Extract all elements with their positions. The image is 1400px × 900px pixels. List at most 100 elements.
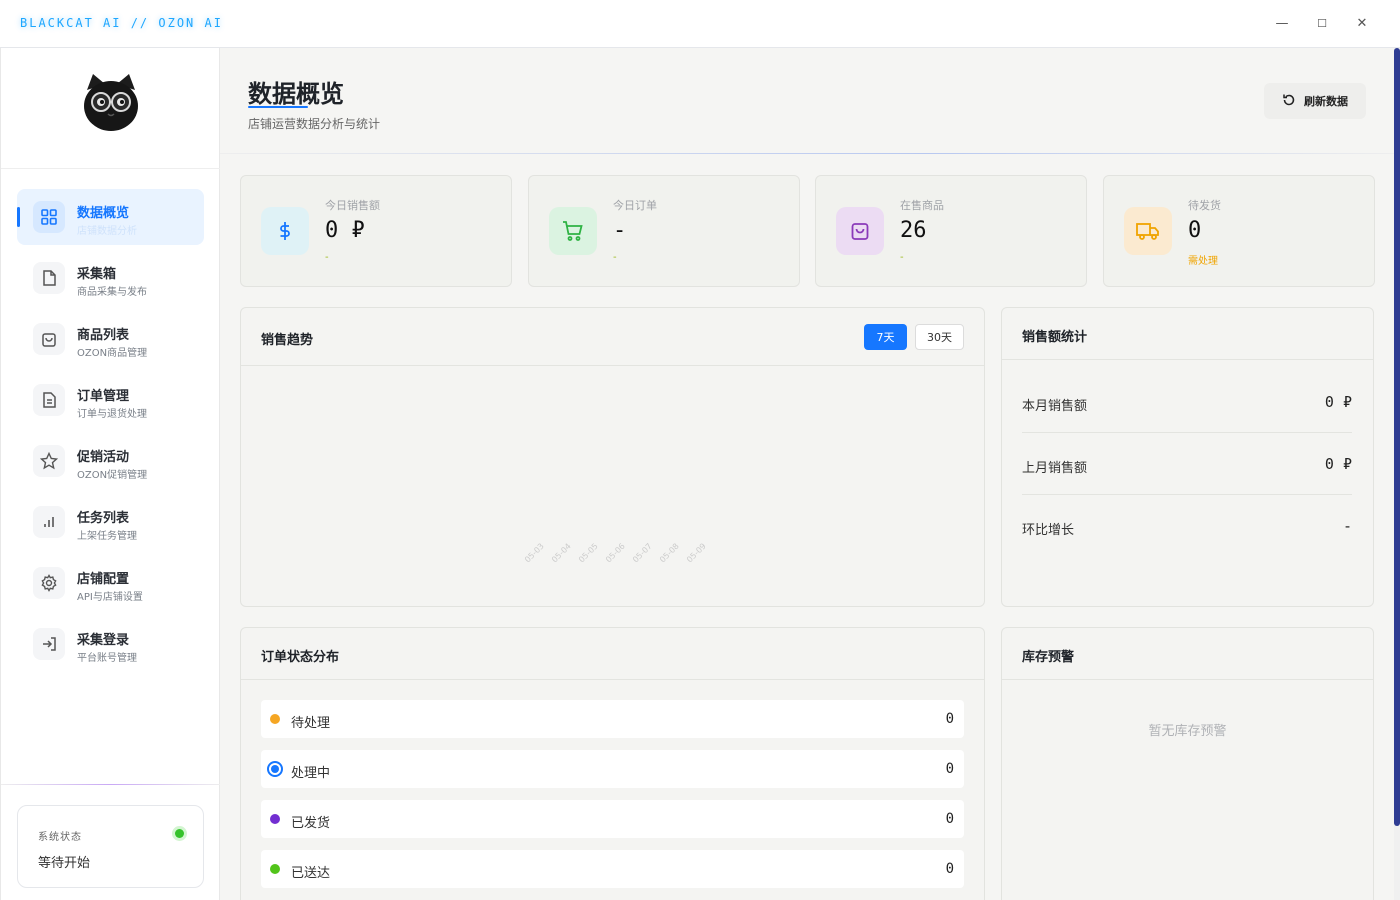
stat-note: 需处理 [1188,256,1218,267]
status-label: 待处理 [291,716,331,731]
sidebar-item-sublabel: 平台账号管理 [77,653,137,664]
panel-title: 销售额统计 [1022,330,1088,345]
order-status-row-delivered[interactable]: 已送达 0 [261,850,964,888]
panel-title: 库存预警 [1022,650,1075,665]
truck-icon [1124,207,1172,255]
stat-value: 0 ₽ [325,218,365,243]
sidebar-item-label: 任务列表 [77,511,130,526]
stat-card-products-on-sale: 在售商品 26 - [815,175,1087,287]
range-7-days-button[interactable]: 7天 [864,324,907,350]
file-icon [33,262,65,294]
x-axis-tick-label: 05-03 [523,541,546,565]
stat-value: 26 [900,218,927,243]
panel-header: 销售趋势 7天 30天 [241,308,984,366]
refresh-label: 刷新数据 [1304,95,1348,108]
row-value: 0 ₽ [1324,455,1352,473]
panel-title: 订单状态分布 [261,650,340,665]
stat-card-today-sales: 今日销售额 0 ₽ - [240,175,512,287]
sidebar-item-product-list[interactable]: 商品列表 OZON商品管理 [17,311,204,367]
sidebar: 数据概览 店铺数据分析 采集箱 商品采集与发布 商品列表 OZON商品管理 订单… [0,48,220,900]
x-axis-tick-label: 05-08 [658,541,681,565]
sidebar-item-label: 促销活动 [77,450,130,465]
app-brand: BLACKCAT AI // OZON AI [20,16,223,30]
order-status-panel: 订单状态分布 待处理 0 处理中 0 已发货 0 已送达 0 [240,627,985,900]
close-button[interactable]: ✕ [1348,12,1376,36]
order-status-row-pending[interactable]: 待处理 0 [261,700,964,738]
page-subtitle: 店铺运营数据分析与统计 [248,117,381,131]
login-icon [33,628,65,660]
dollar-icon [261,207,309,255]
range-30-days-button[interactable]: 30天 [915,324,964,350]
header-divider [220,153,1394,154]
main-content: 数据概览 店铺运营数据分析与统计 刷新数据 今日销售额 0 ₽ - 今日订单 -… [220,48,1394,900]
status-dot-icon [270,864,280,874]
bag-icon [33,323,65,355]
row-label: 上月销售额 [1022,461,1088,476]
x-axis-tick-label: 05-06 [604,541,627,565]
stat-note: - [613,252,617,263]
order-status-row-shipped[interactable]: 已发货 0 [261,800,964,838]
status-label: 处理中 [291,766,331,781]
status-count: 0 [945,761,954,777]
stat-card-pending-shipment: 待发货 0 需处理 [1103,175,1375,287]
stat-label: 今日销售额 [325,199,380,212]
sidebar-item-collection-login[interactable]: 采集登录 平台账号管理 [17,616,204,672]
sidebar-item-promotions[interactable]: 促销活动 OZON促销管理 [17,433,204,489]
scrollbar-thumb[interactable] [1394,48,1400,826]
inventory-warning-panel: 库存预警 暂无库存预警 [1001,627,1374,900]
system-status-title: 系统状态 [38,832,82,843]
sidebar-item-sublabel: 订单与退货处理 [77,409,147,420]
sidebar-item-sublabel: 上架任务管理 [77,531,137,542]
x-axis-tick-label: 05-07 [631,541,654,565]
status-label: 已发货 [291,816,331,831]
stat-row-mom-growth: 环比增长 - [1022,495,1352,557]
sidebar-item-store-config[interactable]: 店铺配置 API与店铺设置 [17,555,204,611]
star-icon [33,445,65,477]
stat-label: 待发货 [1188,199,1221,212]
status-label: 已送达 [291,866,331,881]
status-count: 0 [945,811,954,827]
sidebar-item-label: 商品列表 [77,328,130,343]
x-axis-tick-label: 05-04 [550,541,573,565]
panel-header: 订单状态分布 [241,628,984,680]
system-status-text: 等待开始 [38,856,91,871]
sales-stats-panel: 销售额统计 本月销售额 0 ₽ 上月销售额 0 ₽ 环比增长 - [1001,307,1374,607]
row-label: 本月销售额 [1022,399,1088,414]
sidebar-item-label: 店铺配置 [77,572,130,587]
refresh-button[interactable]: 刷新数据 [1264,83,1366,119]
avatar-area [1,48,220,169]
grid-icon [33,201,65,233]
order-status-row-processing[interactable]: 处理中 0 [261,750,964,788]
stat-card-today-orders: 今日订单 - - [528,175,800,287]
sidebar-divider [1,784,220,785]
row-value: 0 ₽ [1324,393,1352,411]
stat-value: 0 [1188,218,1202,243]
sidebar-item-label: 采集箱 [77,267,117,282]
row-value: - [1342,517,1352,535]
status-dot-icon [267,761,283,777]
avatar [81,72,141,134]
sidebar-item-sublabel: 商品采集与发布 [77,287,147,298]
sidebar-item-collection-box[interactable]: 采集箱 商品采集与发布 [17,250,204,306]
sidebar-item-orders[interactable]: 订单管理 订单与退货处理 [17,372,204,428]
status-count: 0 [945,711,954,727]
minimize-button[interactable]: — [1268,12,1296,36]
status-indicator-icon [172,826,187,841]
stat-note: - [900,252,904,263]
stat-row-this-month: 本月销售额 0 ₽ [1022,371,1352,433]
maximize-button[interactable]: ☐ [1308,12,1336,36]
refresh-icon [1282,93,1296,110]
x-axis-tick-label: 05-09 [685,541,708,565]
title-bar: BLACKCAT AI // OZON AI — ☐ ✕ [0,0,1400,48]
sales-trend-panel: 销售趋势 7天 30天 05-03 05-04 05-05 05-06 05-07 05-… [240,307,985,607]
sidebar-item-label: 采集登录 [77,633,130,648]
status-count: 0 [945,861,954,877]
scrollbar[interactable] [1394,48,1400,900]
sidebar-item-overview[interactable]: 数据概览 店铺数据分析 [17,189,204,245]
empty-state-text: 暂无库存预警 [1148,724,1227,739]
sidebar-item-tasks[interactable]: 任务列表 上架任务管理 [17,494,204,550]
sidebar-item-sublabel: OZON促销管理 [77,470,148,481]
active-indicator [17,207,20,227]
sidebar-item-label: 数据概览 [77,206,130,221]
bag-icon [836,207,884,255]
